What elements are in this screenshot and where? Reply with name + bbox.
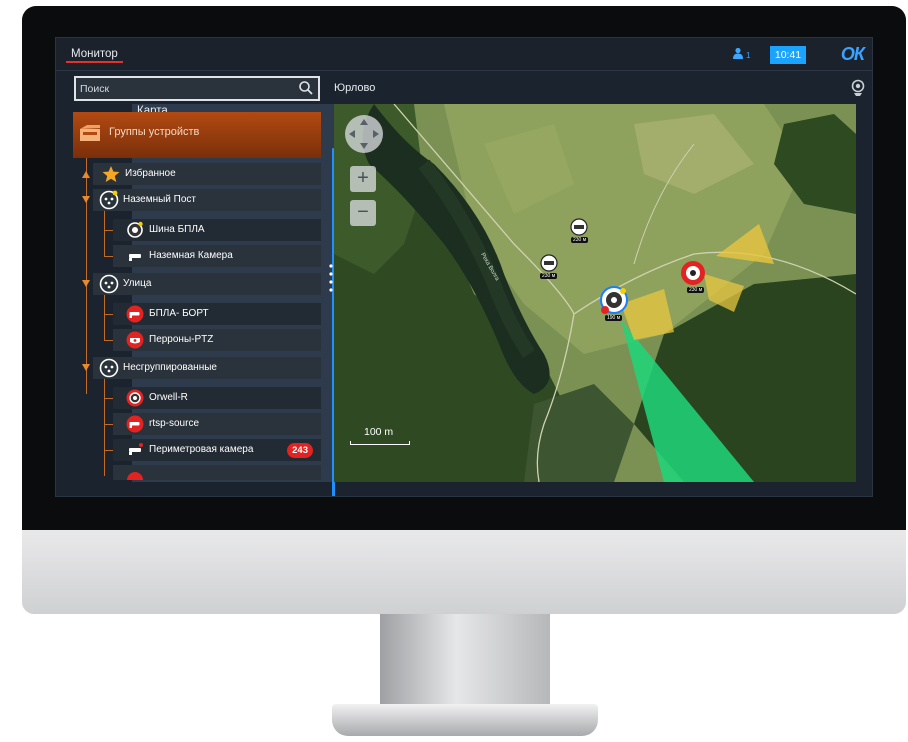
camera-group-icon: [99, 358, 119, 378]
folder-icon: [80, 125, 100, 141]
expand-arrow-icon[interactable]: [82, 171, 90, 178]
alert-count-badge: 243: [287, 443, 313, 458]
brand-logo: ОК: [840, 44, 865, 64]
bullet-camera-icon: [126, 305, 144, 323]
tree-item-rtsp-source[interactable]: rtsp-source: [73, 412, 321, 436]
drone-camera-icon: [126, 389, 144, 407]
users-online-count: 1: [746, 51, 751, 60]
tree-item-uav-bus[interactable]: Шина БПЛА: [73, 218, 321, 242]
map-location-title: Юрлово: [334, 82, 376, 94]
tree-item-label: Наземный Пост: [123, 194, 196, 205]
tree-item-street[interactable]: Улица: [73, 272, 321, 296]
collapse-arrow-icon[interactable]: [82, 280, 90, 287]
tree-item-label: Избранное: [125, 168, 176, 179]
map-marker-label: 190 м: [605, 315, 623, 321]
tree-item-label: Шина БПЛА: [149, 224, 205, 235]
tree-item-label: Улица: [123, 278, 152, 289]
zoom-out-button[interactable]: −: [350, 200, 376, 226]
map-scale-label: 100 m: [364, 426, 394, 438]
map-canvas: [334, 104, 856, 482]
users-online-indicator[interactable]: 1: [732, 47, 754, 61]
satellite-map[interactable]: + − 230 м 230 м 190 м 230 м Река Волга 1…: [334, 104, 856, 482]
tree-item-label: БПЛА- БОРТ: [149, 308, 209, 319]
tree-item-ungrouped[interactable]: Несгруппированные: [73, 356, 321, 380]
bullet-camera-icon: [126, 415, 144, 433]
ptz-marker-icon[interactable]: [680, 260, 706, 286]
tree-item-partial[interactable]: [73, 464, 321, 480]
bullet-camera-icon: [129, 443, 143, 455]
tree-item-favorites[interactable]: Избранное: [73, 162, 321, 186]
map-marker-label: 230 м: [571, 237, 589, 243]
map-marker-label: 230 м: [687, 287, 705, 293]
monitor-mockup: Монитор Карта 1 10:41 ОК Группы устройст…: [0, 0, 908, 742]
camera-group-icon: [99, 190, 119, 210]
tree-item-ground-post[interactable]: Наземный Пост: [73, 188, 321, 212]
monitor-stand-neck: [380, 614, 550, 710]
splitter-handle[interactable]: [329, 263, 333, 293]
tree-item-label: Перроны-PTZ: [149, 334, 214, 345]
collapse-arrow-icon[interactable]: [82, 196, 90, 203]
map-scale-bar: [350, 441, 410, 445]
search-box: [74, 76, 320, 101]
tree-item-orwell-r[interactable]: Orwell-R: [73, 386, 321, 410]
tab-monitor[interactable]: Монитор: [66, 47, 123, 63]
collapse-arrow-icon[interactable]: [82, 364, 90, 371]
tree-item-label: Orwell-R: [149, 392, 188, 403]
tree-item-label: Периметровая камера: [149, 444, 254, 455]
tree-item-ground-camera[interactable]: Наземная Камера: [73, 244, 321, 268]
camera-group-icon: [99, 274, 119, 294]
device-tree-panel: Группы устройств: [70, 76, 335, 496]
tree-item-perimeter-camera[interactable]: Периметровая камера 243: [73, 438, 321, 462]
monitor-stand-foot: [332, 704, 598, 736]
star-icon: [102, 166, 120, 182]
user-icon: [733, 47, 743, 59]
tree-item-platforms-ptz[interactable]: Перроны-PTZ: [73, 328, 321, 352]
map-header: Юрлово: [334, 76, 872, 102]
map-marker-label: 230 м: [540, 273, 558, 279]
map-camera-marker-icon[interactable]: [570, 218, 588, 236]
device-tree: Избранное Наземный Пост Шина БПЛА Наземн…: [73, 158, 321, 480]
monitor-chin: [22, 530, 906, 614]
device-groups-header[interactable]: Группы устройств: [73, 112, 321, 158]
search-icon[interactable]: [298, 80, 314, 96]
map-camera-marker-icon[interactable]: [540, 254, 558, 272]
device-groups-label: Группы устройств: [109, 126, 200, 138]
tree-item-uav-board[interactable]: БПЛА- БОРТ: [73, 302, 321, 326]
camera-icon: [127, 472, 143, 480]
layers-icon[interactable]: [850, 79, 866, 97]
ptz-camera-icon: [126, 331, 144, 349]
app-window: Монитор Карта 1 10:41 ОК Группы устройст…: [55, 37, 873, 497]
zoom-in-button[interactable]: +: [350, 166, 376, 192]
top-bar: Монитор Карта 1 10:41 ОК: [56, 38, 872, 482]
search-input[interactable]: [80, 81, 280, 97]
tree-item-label: Несгруппированные: [123, 362, 217, 373]
selected-drone-marker-icon[interactable]: [600, 286, 628, 314]
tree-item-label: rtsp-source: [149, 418, 200, 429]
drone-camera-icon: [127, 221, 143, 238]
bullet-camera-icon: [129, 254, 141, 261]
clock: 10:41: [770, 46, 806, 64]
tree-item-label: Наземная Камера: [149, 250, 233, 261]
